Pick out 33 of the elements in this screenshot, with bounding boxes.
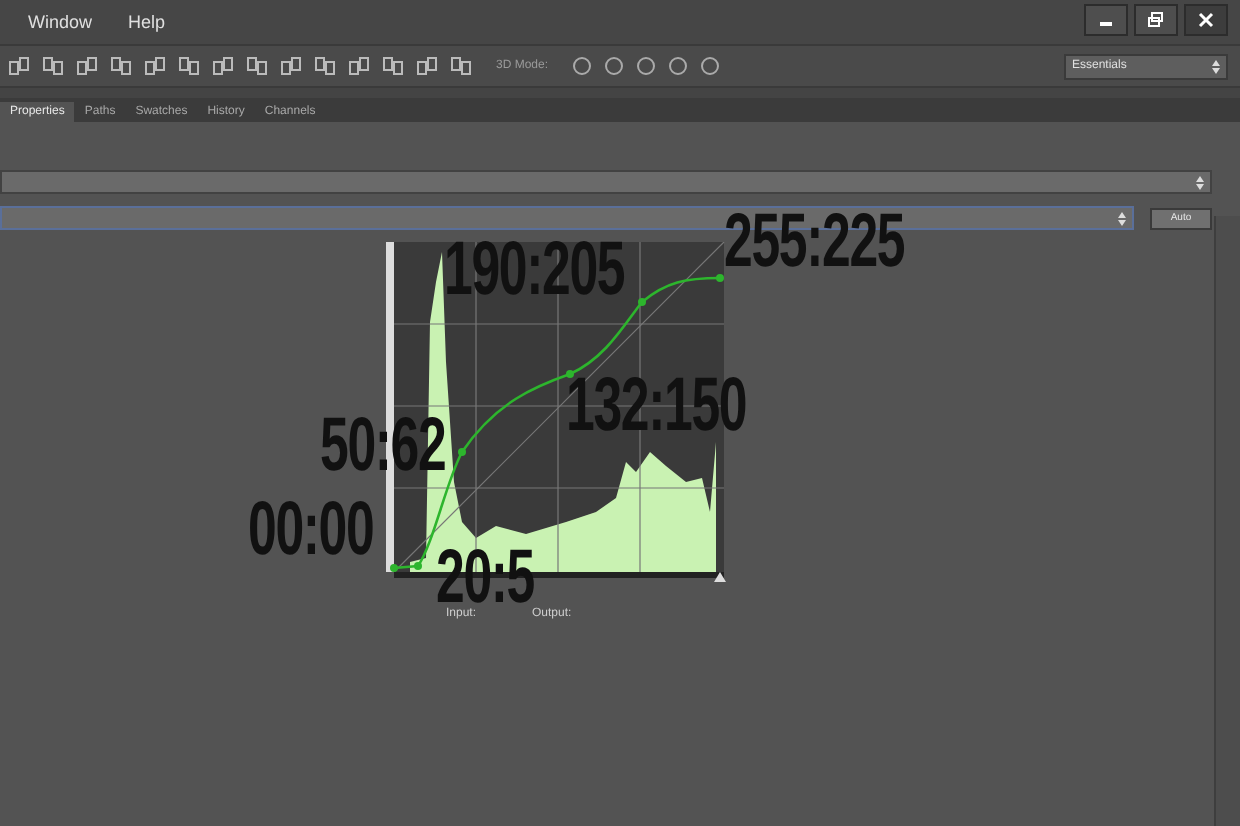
align-icon[interactable] (450, 56, 472, 76)
align-icon[interactable] (144, 56, 166, 76)
align-icon[interactable] (246, 56, 268, 76)
align-icon[interactable] (42, 56, 64, 76)
align-icon[interactable] (212, 56, 234, 76)
point-annotation: 132:150 (566, 372, 747, 440)
align-icon[interactable] (76, 56, 98, 76)
minimize-button[interactable] (1084, 4, 1128, 36)
align-icon[interactable] (382, 56, 404, 76)
restore-icon (1148, 12, 1164, 28)
3d-tool-icon[interactable] (636, 56, 657, 76)
close-button[interactable] (1184, 4, 1228, 36)
align-icon[interactable] (280, 56, 302, 76)
align-icon[interactable] (348, 56, 370, 76)
restore-button[interactable] (1134, 4, 1178, 36)
stepper-icon (1212, 59, 1220, 73)
menu-item[interactable]: Help (128, 12, 166, 32)
3d-tool-icon[interactable] (604, 56, 625, 76)
menu-item[interactable]: Window (28, 12, 93, 32)
3d-tool-icon[interactable] (700, 56, 721, 76)
stepper-icon (1118, 211, 1126, 225)
3d-tool-icon[interactable] (668, 56, 689, 76)
align-icon[interactable] (416, 56, 438, 76)
close-icon (1198, 12, 1214, 28)
align-icon[interactable] (314, 56, 336, 76)
point-annotation: 00:00 (248, 496, 374, 564)
align-icon[interactable] (8, 56, 30, 76)
point-annotation: 190:205 (444, 236, 625, 304)
scrollbar[interactable] (1214, 216, 1240, 826)
align-icon[interactable] (110, 56, 132, 76)
3d-tool-icon[interactable] (572, 56, 593, 76)
align-icon[interactable] (178, 56, 200, 76)
stepper-icon (1196, 175, 1204, 189)
